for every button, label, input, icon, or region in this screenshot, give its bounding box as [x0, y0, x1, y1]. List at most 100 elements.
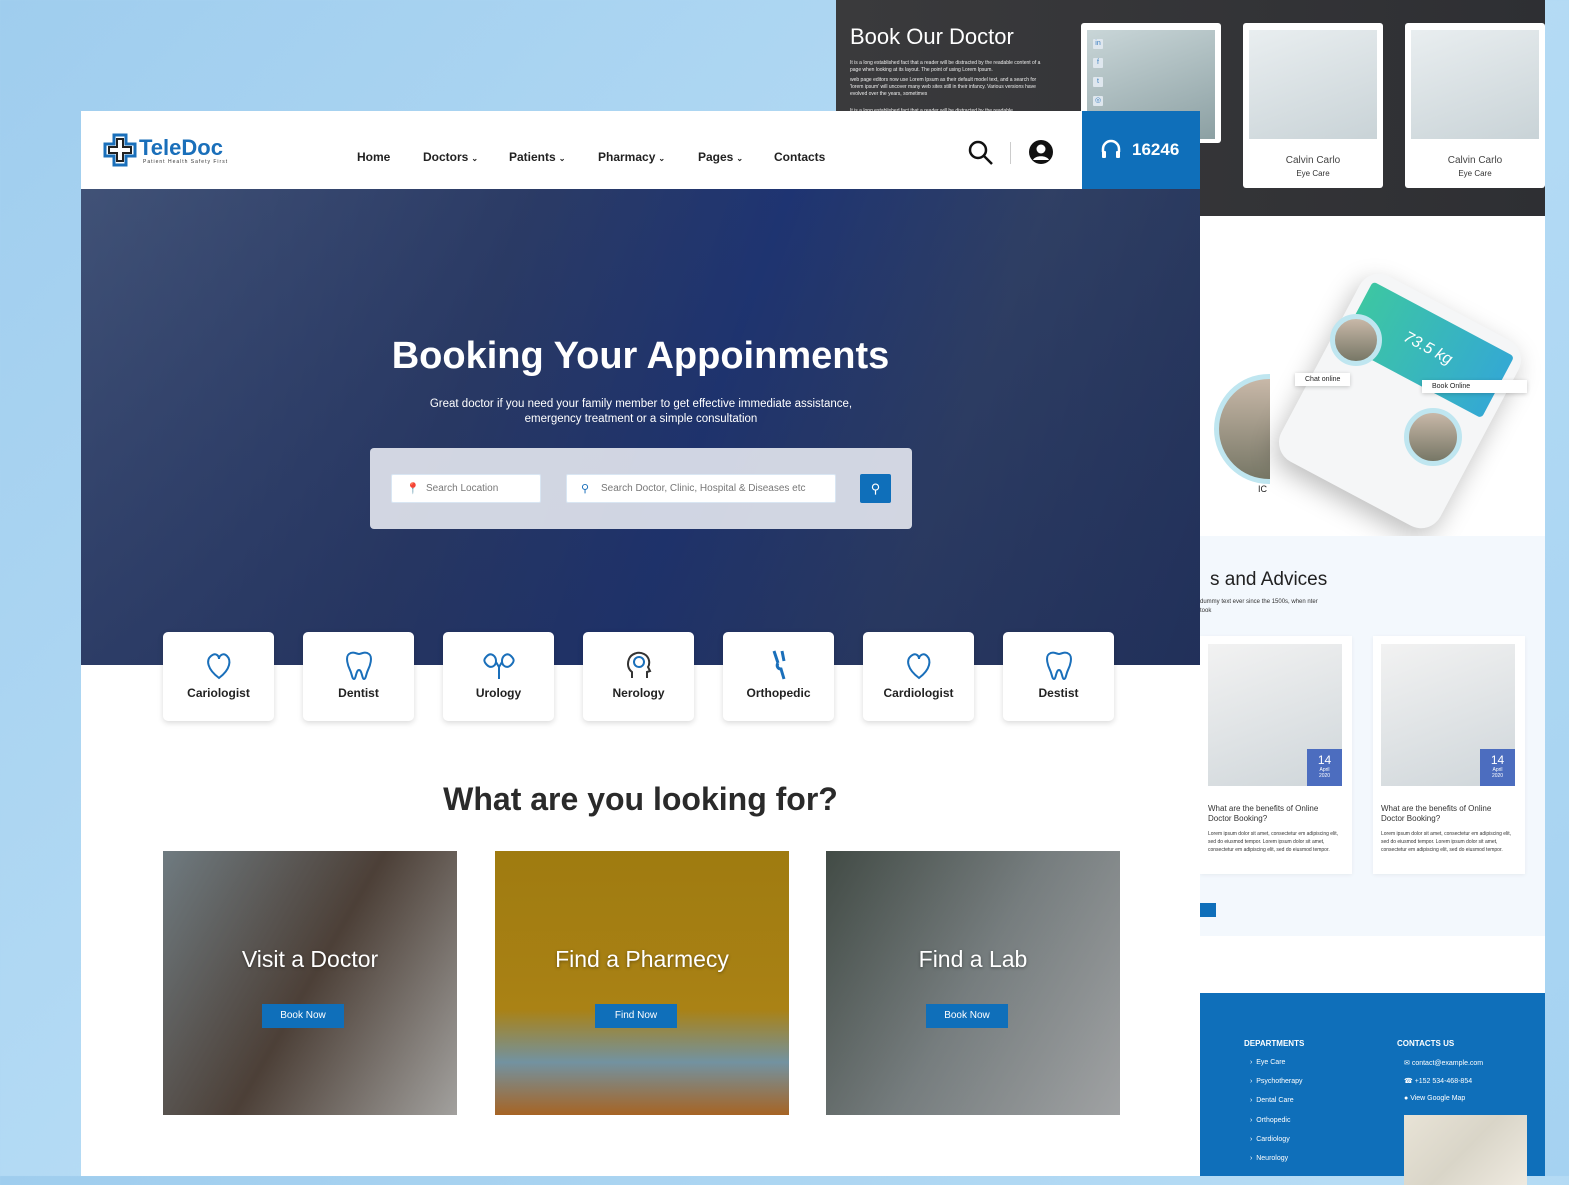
user-account-icon[interactable]: [1028, 139, 1054, 165]
paragraph: web page editors now use Lorem Ipsum as …: [850, 77, 1037, 97]
section-heading: What are you looking for?: [443, 781, 838, 817]
caption: IC: [1258, 484, 1267, 494]
category-label: Urology: [475, 686, 522, 700]
paragraph: It is a long established fact that a rea…: [850, 60, 1041, 73]
blog-card[interactable]: 14 April 2020 What are the benefits of Onl…: [1200, 636, 1352, 874]
date-badge: 14 April 2020: [1307, 749, 1342, 786]
blog-title[interactable]: What are the benefits of Online Doctor B…: [1381, 804, 1515, 824]
tooth-icon: [1045, 651, 1072, 681]
mail-icon: ✉: [1404, 1060, 1410, 1067]
email-link[interactable]: ✉ contact@example.com: [1404, 1059, 1483, 1067]
doctor-specialty: Eye Care: [1458, 169, 1492, 178]
departments-heading: DEPARTMENTS: [1244, 1039, 1305, 1048]
slider-dot[interactable]: [1200, 903, 1216, 917]
header: TeleDoc Patient Health Safety First Home…: [81, 111, 1200, 189]
footer-link[interactable]: › Cardiology: [1250, 1136, 1290, 1143]
location-input[interactable]: 📍 Search Location: [391, 474, 541, 503]
brand-name: TeleDoc: [139, 135, 223, 160]
map-thumbnail[interactable]: [1404, 1115, 1527, 1185]
category-cardiologist[interactable]: Cariologist: [163, 632, 274, 721]
search-icon[interactable]: [968, 140, 994, 166]
category-cardiologist-2[interactable]: Cardiologist: [863, 632, 974, 721]
heart-icon: [906, 653, 930, 680]
visit-doctor-card[interactable]: Visit a Doctor Book Now: [163, 851, 457, 1115]
find-lab-card[interactable]: Find a Lab Book Now: [826, 851, 1120, 1115]
brain-head-icon: [626, 651, 651, 678]
chevron-down-icon: ⌄: [736, 154, 744, 163]
nav-home[interactable]: Home: [357, 150, 390, 164]
find-now-button[interactable]: Find Now: [595, 1004, 677, 1028]
doctor-specialty: Eye Care: [1296, 169, 1330, 178]
footer: DEPARTMENTS › Eye Care › Psychotherapy ›…: [1200, 993, 1545, 1185]
book-online-tag: Book Online: [1422, 380, 1527, 393]
nav-pharmacy[interactable]: Pharmacy ⌄: [598, 150, 665, 164]
map-link[interactable]: ● View Google Map: [1404, 1095, 1465, 1102]
search-input[interactable]: ⚲ Search Doctor, Clinic, Hospital & Disea…: [566, 474, 836, 503]
footer-link[interactable]: › Dental Care: [1250, 1097, 1294, 1104]
category-label: Dentist: [338, 686, 379, 700]
chevron-down-icon: ⌄: [558, 154, 566, 163]
hotline-number: 16246: [1132, 140, 1180, 159]
category-dentist[interactable]: Dentist: [303, 632, 414, 721]
logo[interactable]: TeleDoc Patient Health Safety First: [103, 133, 227, 172]
category-dentist-2[interactable]: Destist: [1003, 632, 1114, 721]
chevron-down-icon: ⌄: [471, 154, 479, 163]
chevron-down-icon: ⌄: [658, 154, 666, 163]
phone-mockup: 73.5 kg: [1271, 266, 1529, 536]
hotline-button[interactable]: 16246: [1082, 111, 1200, 189]
knee-bone-icon: [772, 650, 785, 680]
search-button[interactable]: ⚲: [860, 474, 891, 503]
facebook-icon[interactable]: f: [1093, 58, 1103, 68]
doctor-name: Calvin Carlo: [1447, 155, 1503, 166]
nav-doctors[interactable]: Doctors ⌄: [423, 150, 478, 164]
kidney-icon: [482, 653, 515, 679]
date-badge: 14 April 2020: [1480, 749, 1515, 786]
back-page: 73.5 kg Chat online Book Online IC s and…: [1200, 216, 1545, 1185]
category-orthopedic[interactable]: Orthopedic: [723, 632, 834, 721]
blog-title[interactable]: What are the benefits of Online Doctor B…: [1208, 804, 1342, 824]
phone-link[interactable]: ☎ +152 534-468-854: [1404, 1077, 1472, 1085]
app-promo: 73.5 kg Chat online Book Online IC: [1200, 216, 1545, 536]
nav-contacts[interactable]: Contacts: [774, 150, 825, 164]
footer-link[interactable]: › Psychotherapy: [1250, 1078, 1303, 1085]
patient-photo: [1214, 374, 1270, 484]
blog-card[interactable]: 14 April 2020 What are the benefits of Onl…: [1373, 636, 1525, 874]
category-urology[interactable]: Urology: [443, 632, 554, 721]
category-label: Cariologist: [187, 686, 250, 700]
search-panel: 📍 Search Location ⚲ Search Doctor, Clinic,…: [370, 448, 912, 529]
brand-tagline: Patient Health Safety First: [143, 159, 229, 165]
doctor-avatar: [1404, 408, 1462, 466]
heart-icon: [206, 653, 230, 680]
card-title: Find a Lab: [918, 946, 1028, 972]
search-icon: ⚲: [581, 483, 590, 495]
doctor-card[interactable]: Calvin Carlo Eye Care: [1243, 23, 1383, 188]
search-icon: ⚲: [870, 481, 881, 496]
footer-link[interactable]: › Eye Care: [1250, 1059, 1285, 1066]
category-neurology[interactable]: Nerology: [583, 632, 694, 721]
category-label: Destist: [1038, 686, 1079, 700]
doctor-card[interactable]: Calvin Carlo Eye Care: [1405, 23, 1545, 188]
nav-patients[interactable]: Patients ⌄: [509, 150, 565, 164]
blog-excerpt: Lorem ipsum dolor sit amet, consectetur …: [1208, 831, 1339, 853]
linkedin-icon[interactable]: in: [1093, 39, 1103, 49]
section-title: s and Advices: [1210, 569, 1328, 590]
tooth-icon: [345, 651, 372, 681]
twitter-icon[interactable]: t: [1093, 77, 1103, 87]
instagram-icon[interactable]: ◎: [1093, 96, 1103, 106]
footer-link[interactable]: › Orthopedic: [1250, 1117, 1290, 1124]
book-now-button[interactable]: Book Now: [926, 1004, 1008, 1028]
category-label: Orthopedic: [746, 686, 811, 700]
contacts-heading: CONTACTS US: [1397, 1039, 1455, 1048]
pin-icon: ●: [1404, 1095, 1409, 1102]
nav-pages[interactable]: Pages ⌄: [698, 150, 743, 164]
card-title: Find a Pharmecy: [555, 946, 729, 972]
book-now-button[interactable]: Book Now: [262, 1004, 344, 1028]
category-label: Cardiologist: [883, 686, 954, 700]
category-label: Nerology: [612, 686, 665, 700]
find-pharmacy-card[interactable]: Find a Pharmecy Find Now: [495, 851, 789, 1115]
footer-link[interactable]: › Neurology: [1250, 1155, 1288, 1162]
card-title: Visit a Doctor: [241, 946, 379, 972]
doctor-name: Calvin Carlo: [1285, 155, 1341, 166]
hero-subtitle: Great doctor if you need your family mem…: [429, 398, 853, 425]
section-subtitle: dummy text ever since the 1500s, when nt…: [1200, 599, 1318, 614]
